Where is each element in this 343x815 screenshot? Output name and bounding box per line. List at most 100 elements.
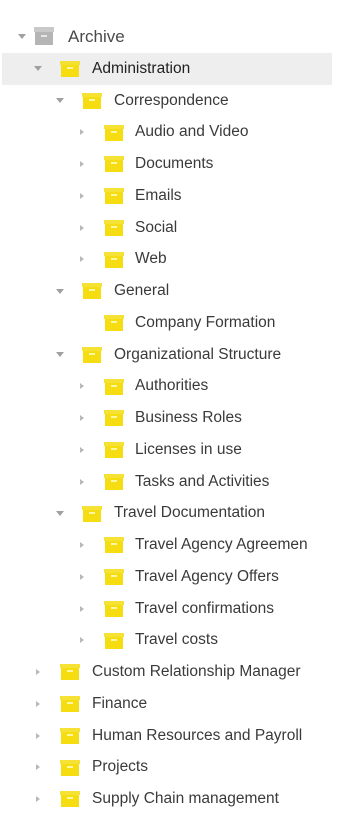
tree-node-human-resources-and-payroll[interactable]: Human Resources and Payroll — [0, 720, 343, 752]
tree-node-label: Authorities — [135, 377, 209, 395]
tree-node-authorities[interactable]: Authorities — [0, 371, 343, 403]
folder-icon — [60, 664, 80, 681]
chevron-right-icon[interactable] — [76, 158, 88, 170]
chevron-down-icon[interactable] — [54, 95, 66, 107]
tree-node-label: Projects — [92, 758, 148, 776]
chevron-right-icon[interactable] — [32, 793, 44, 805]
chevron-right-icon[interactable] — [76, 253, 88, 265]
chevron-right-icon[interactable] — [76, 634, 88, 646]
folder-icon — [104, 600, 124, 617]
tree-node-travel-confirmations[interactable]: Travel confirmations — [0, 593, 343, 625]
chevron-right-icon[interactable] — [76, 476, 88, 488]
folder-icon — [104, 156, 124, 173]
chevron-right-icon[interactable] — [76, 603, 88, 615]
tree-node-tasks-and-activities[interactable]: Tasks and Activities — [0, 466, 343, 498]
tree-node-label: Organizational Structure — [114, 345, 282, 363]
folder-icon — [104, 442, 124, 458]
chevron-right-icon[interactable] — [76, 412, 88, 424]
chevron-right-icon[interactable] — [76, 539, 88, 551]
folder-icon — [104, 537, 124, 554]
chevron-right-icon[interactable] — [76, 190, 88, 202]
chevron-right-icon[interactable] — [32, 730, 44, 742]
chevron-right-icon[interactable] — [76, 126, 88, 138]
folder-tree: Archive Administration Correspondence Audi… — [0, 20, 343, 815]
chevron-down-icon[interactable] — [54, 349, 66, 361]
tree-node-projects[interactable]: Projects — [0, 752, 343, 784]
folder-icon — [60, 727, 80, 744]
tree-node-archive[interactable]: Archive — [0, 20, 343, 53]
tree-node-label: Travel Agency Offers — [135, 567, 279, 585]
tree-node-finance[interactable]: Finance — [0, 688, 343, 720]
tree-node-label: General — [114, 282, 170, 300]
folder-icon — [60, 696, 80, 712]
chevron-down-icon[interactable] — [32, 63, 44, 75]
tree-node-supply-chain-management[interactable]: Supply Chain management — [0, 783, 343, 815]
archive-box-icon — [34, 27, 54, 45]
folder-icon — [82, 283, 102, 300]
tree-node-label: Tasks and Activities — [135, 472, 270, 490]
folder-icon — [104, 410, 124, 427]
tree-node-label: Travel Documentation — [114, 504, 266, 522]
tree-node-travel-costs[interactable]: Travel costs — [0, 625, 343, 657]
tree-node-label: Travel confirmations — [135, 599, 274, 617]
tree-node-label: Custom Relationship Manager — [92, 663, 301, 681]
folder-icon — [104, 632, 124, 649]
tree-node-label: Travel costs — [135, 631, 218, 649]
folder-icon — [82, 92, 102, 109]
tree-node-correspondence[interactable]: Correspondence — [0, 85, 343, 117]
tree-node-company-formation[interactable]: Company Formation — [0, 307, 343, 339]
tree-node-label: Emails — [135, 186, 182, 204]
chevron-right-icon[interactable] — [76, 444, 88, 456]
folder-icon — [60, 791, 80, 808]
tree-node-label: Licenses in use — [135, 440, 242, 458]
tree-node-audio-and-video[interactable]: Audio and Video — [0, 117, 343, 149]
tree-node-social[interactable]: Social — [0, 212, 343, 244]
chevron-down-icon[interactable] — [54, 507, 66, 519]
tree-node-documents[interactable]: Documents — [0, 148, 343, 180]
tree-node-travel-documentation[interactable]: Travel Documentation — [0, 498, 343, 530]
tree-node-label: Correspondence — [114, 91, 229, 109]
tree-children: Administration Correspondence Audio and Vi… — [0, 53, 343, 815]
chevron-right-icon[interactable] — [32, 761, 44, 773]
tree-node-label: Archive — [68, 26, 125, 46]
tree-node-licenses-in-use[interactable]: Licenses in use — [0, 434, 343, 466]
tree-node-travel-agency-agreemen[interactable]: Travel Agency Agreemen — [0, 529, 343, 561]
folder-icon — [82, 346, 102, 363]
folder-icon — [60, 759, 80, 776]
tree-node-label: Company Formation — [135, 313, 276, 331]
folder-icon — [104, 378, 124, 395]
chevron-down-icon[interactable] — [16, 31, 28, 43]
tree-node-custom-relationship-manager[interactable]: Custom Relationship Manager — [0, 656, 343, 688]
folder-icon — [104, 473, 124, 490]
folder-icon — [104, 315, 124, 331]
folder-icon — [82, 505, 102, 522]
tree-node-label: Business Roles — [135, 409, 242, 427]
folder-icon — [104, 251, 124, 268]
tree-node-label: Administration — [92, 59, 191, 77]
chevron-right-icon[interactable] — [32, 666, 44, 678]
folder-icon — [60, 61, 80, 77]
chevron-right-icon[interactable] — [76, 380, 88, 392]
tree-node-label: Audio and Video — [135, 123, 249, 141]
tree-node-label: Human Resources and Payroll — [92, 726, 303, 744]
tree-node-label: Supply Chain management — [92, 790, 279, 808]
folder-icon — [104, 569, 124, 585]
tree-node-label: Travel Agency Agreemen — [135, 536, 308, 554]
folder-icon — [104, 124, 124, 141]
chevron-down-icon[interactable] — [54, 285, 66, 297]
chevron-right-icon[interactable] — [32, 698, 44, 710]
tree-node-web[interactable]: Web — [0, 244, 343, 276]
chevron-right-icon[interactable] — [76, 222, 88, 234]
tree-node-label: Finance — [92, 694, 148, 712]
folder-icon — [104, 219, 124, 236]
tree-node-business-roles[interactable]: Business Roles — [0, 402, 343, 434]
tree-node-travel-agency-offers[interactable]: Travel Agency Offers — [0, 561, 343, 593]
chevron-right-icon[interactable] — [76, 571, 88, 583]
tree-node-label: Documents — [135, 155, 214, 173]
tree-node-organizational-structure[interactable]: Organizational Structure — [0, 339, 343, 371]
tree-node-label: Web — [135, 250, 167, 268]
tree-node-label: Social — [135, 218, 178, 236]
tree-node-emails[interactable]: Emails — [0, 180, 343, 212]
tree-node-administration[interactable]: Administration — [2, 53, 332, 85]
tree-node-general[interactable]: General — [0, 275, 343, 307]
